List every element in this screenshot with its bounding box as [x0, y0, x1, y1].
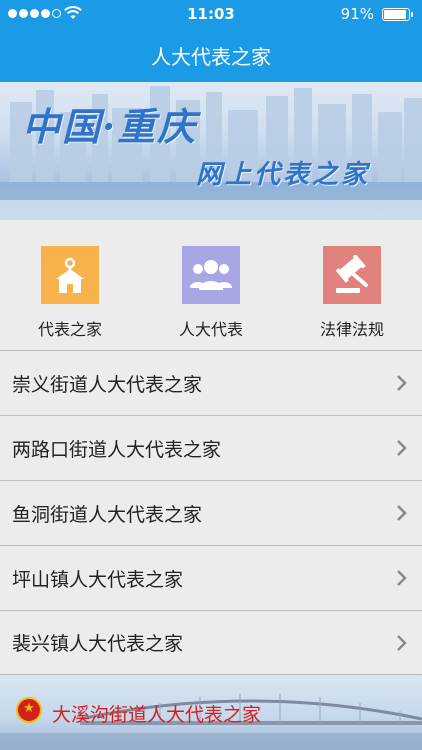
list-item-label: 鱼洞街道人大代表之家 [12, 503, 203, 526]
list-item-label: 裴兴镇人大代表之家 [12, 633, 184, 655]
quick-link-label: 代表之家 [37, 320, 102, 339]
quick-link-representative-home[interactable]: 代表之家 [10, 246, 130, 340]
list-item[interactable]: 裴兴镇人大代表之家 [0, 610, 422, 675]
battery-icon [382, 8, 413, 21]
chevron-right-icon [397, 375, 407, 391]
list-item-label: 坪山镇人大代表之家 [12, 568, 184, 591]
chevron-right-icon [397, 634, 407, 651]
quick-icons: 代表之家 人大代表 法律法规 [0, 220, 422, 350]
home-list: 崇义街道人大代表之家 两路口街道人大代表之家 鱼洞街道人大代表之家 坪山镇人大代… [0, 350, 422, 675]
list-item[interactable]: 崇义街道人大代表之家 [0, 350, 422, 415]
chevron-right-icon [397, 505, 407, 521]
chevron-right-icon [397, 440, 407, 456]
battery-percent: 91% [340, 5, 374, 23]
list-item[interactable]: 两路口街道人大代表之家 [0, 415, 422, 480]
list-item[interactable]: 坪山镇人大代表之家 [0, 545, 422, 610]
list-item-label: 崇义街道人大代表之家 [12, 373, 203, 396]
page-title: 人大代表之家 [151, 44, 271, 69]
gavel-icon [323, 246, 381, 304]
house-icon [41, 246, 99, 304]
featured-banner[interactable]: 大溪沟街道人大代表之家 [0, 675, 422, 750]
list-item[interactable]: 鱼洞街道人大代表之家 [0, 480, 422, 545]
hero-banner: 中国·重庆 网上代表之家 [0, 82, 422, 220]
chevron-right-icon [397, 570, 407, 586]
national-emblem-icon [16, 697, 42, 723]
status-bar: 11:03 91% [0, 0, 422, 28]
featured-banner-title: 大溪沟街道人大代表之家 [52, 704, 262, 726]
list-item-label: 两路口街道人大代表之家 [12, 438, 222, 461]
people-icon [182, 246, 240, 304]
banner-title-line2: 网上代表之家 [196, 160, 371, 190]
quick-link-label: 法律法规 [319, 320, 384, 339]
quick-link-laws[interactable]: 法律法规 [292, 246, 412, 340]
quick-link-deputies[interactable]: 人大代表 [151, 246, 271, 340]
banner-title-line1: 中国·重庆 [22, 104, 198, 149]
quick-link-label: 人大代表 [178, 320, 243, 339]
nav-bar: 人大代表之家 [0, 28, 422, 82]
